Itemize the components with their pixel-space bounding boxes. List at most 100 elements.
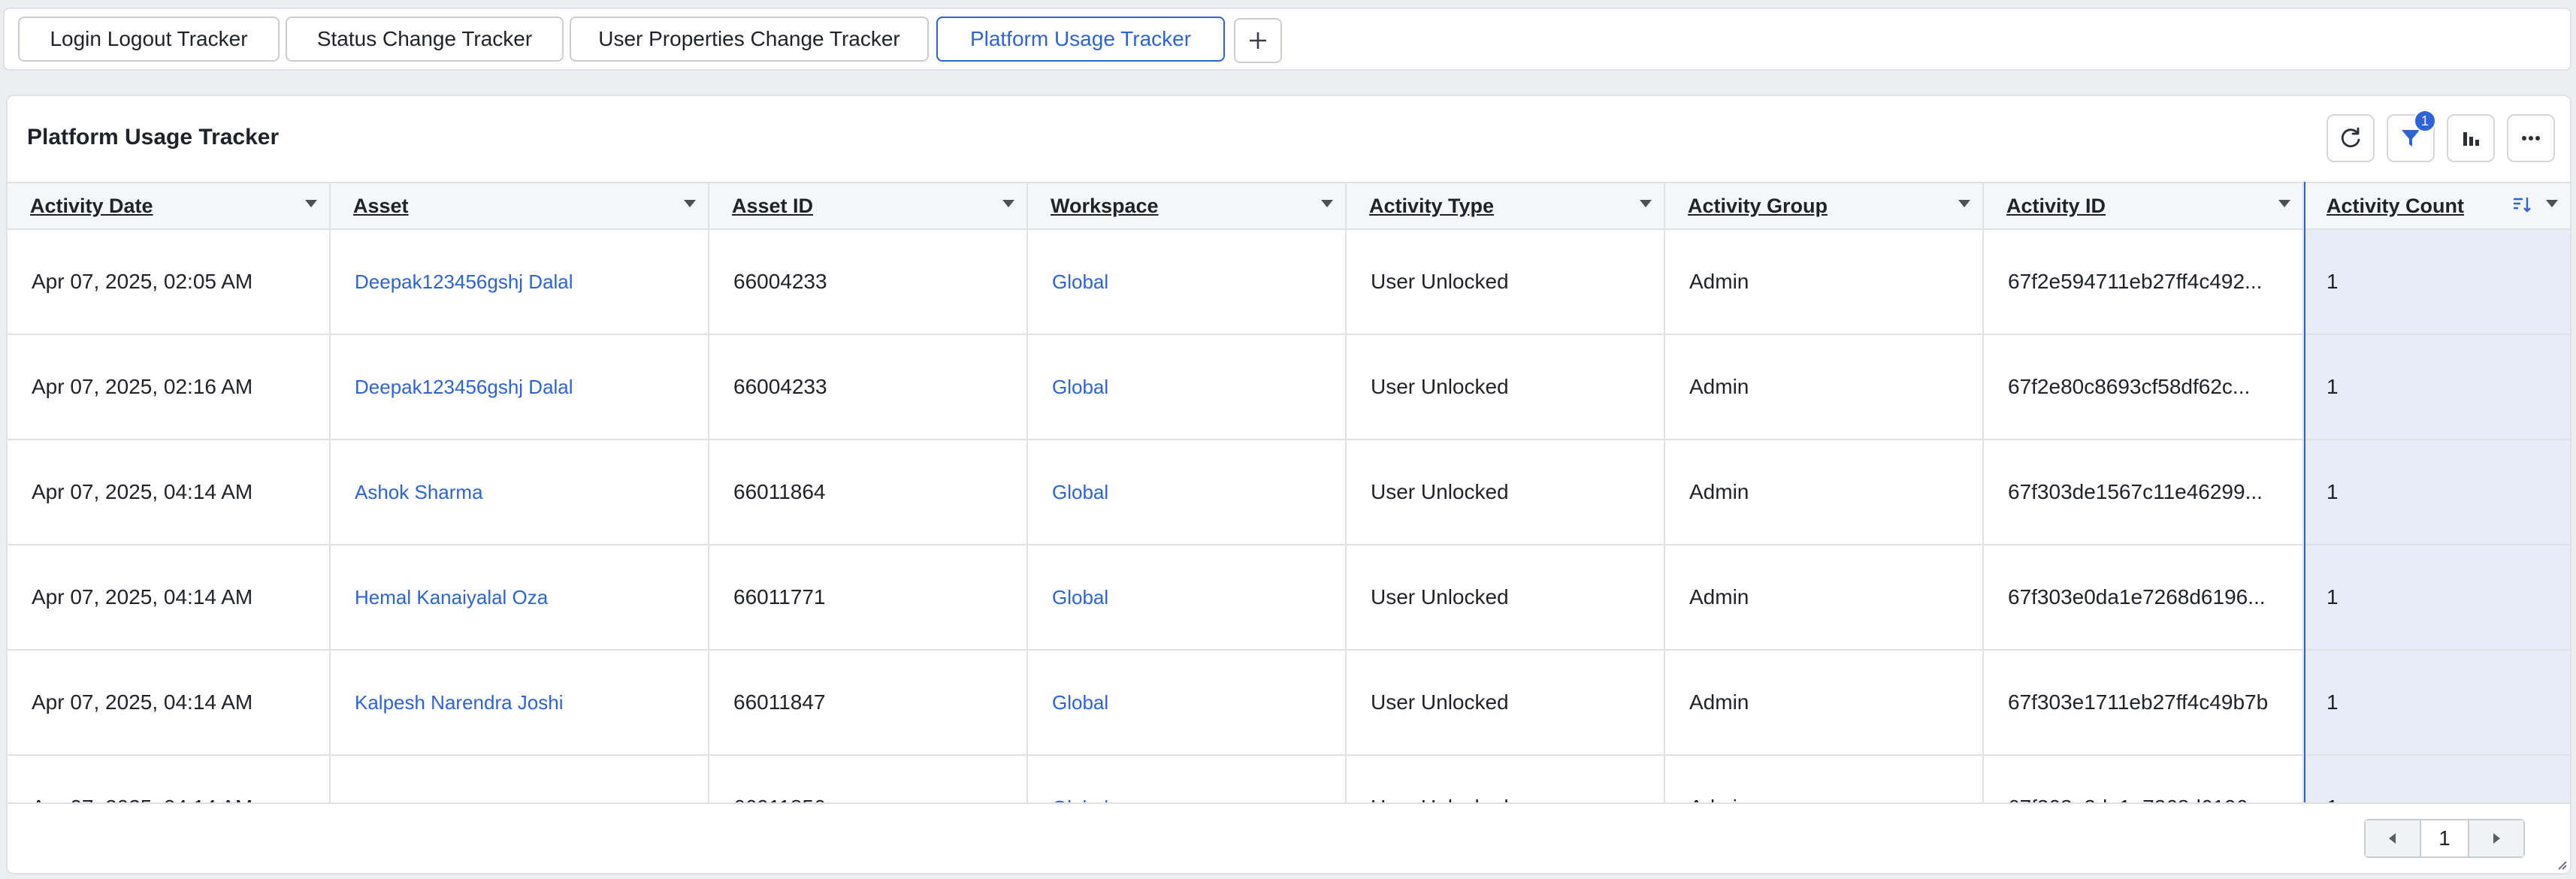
next-page-button[interactable] — [2469, 820, 2523, 856]
cell-workspace: Global — [1028, 230, 1347, 334]
column-header-activity-type[interactable]: Activity Type — [1347, 183, 1665, 228]
cell-activity-group: Admin — [1665, 335, 1984, 439]
cell-asset: Deepak123456gshj Dalal — [331, 230, 709, 334]
filter-count-badge: 1 — [2414, 110, 2436, 132]
cell-activity-id: 67f303e0da1e7268d6196... — [1984, 545, 2304, 649]
asset-link[interactable]: Kalpesh Narendra Joshi — [355, 691, 564, 714]
cell-asset-id: 66011864 — [709, 440, 1028, 544]
previous-page-button[interactable] — [2366, 820, 2420, 856]
cell-asset-id: 66004233 — [709, 335, 1028, 439]
cell-workspace: Global — [1028, 440, 1347, 544]
cell-activity-type: User Unlocked — [1347, 545, 1665, 649]
tab-login-logout-tracker[interactable]: Login Logout Tracker — [18, 17, 280, 62]
bar-chart-icon — [2463, 132, 2479, 146]
asset-link[interactable]: Deepak123456gshj Dalal — [355, 270, 573, 294]
cell-activity-date: Apr 07, 2025, 04:14 AM — [8, 440, 331, 544]
tab-user-properties-change-tracker[interactable]: User Properties Change Tracker — [570, 17, 929, 62]
asset-link[interactable]: Ashok Sharma — [355, 481, 483, 504]
refresh-icon — [2341, 127, 2360, 147]
cell-asset: Hemal Kanaiyalal Oza — [331, 545, 709, 649]
more-horizontal-icon — [2522, 136, 2540, 140]
column-header-activity-count[interactable]: Activity Count — [2304, 183, 2570, 228]
cell-activity-count: 1 — [2304, 651, 2570, 754]
column-header-asset-id[interactable]: Asset ID — [709, 183, 1028, 228]
caret-down-icon[interactable] — [1321, 200, 1333, 207]
cell-activity-date: Apr 07, 2025, 04:14 AM — [8, 651, 331, 754]
caret-down-icon[interactable] — [2546, 200, 2558, 207]
data-table: Activity Date Asset Asset ID Workspace A… — [8, 182, 2570, 873]
tab-status-change-tracker[interactable]: Status Change Tracker — [286, 17, 564, 62]
cell-activity-count: 1 — [2304, 545, 2570, 649]
cell-asset-id: 66004233 — [709, 230, 1028, 334]
widget-title: Platform Usage Tracker — [27, 125, 280, 150]
cell-asset: Ashok Sharma — [331, 440, 709, 544]
table-row: Apr 07, 2025, 04:14 AM Kalpesh Narendra … — [8, 651, 2570, 756]
cell-asset-id: 66011771 — [709, 545, 1028, 649]
caret-down-icon[interactable] — [305, 200, 317, 207]
plus-icon — [1250, 32, 1266, 49]
cell-activity-count: 1 — [2304, 335, 2570, 439]
triangle-right-icon — [2493, 833, 2500, 844]
caret-down-icon[interactable] — [1958, 200, 1970, 207]
cell-asset-id: 66011847 — [709, 651, 1028, 754]
widget-card: Platform Usage Tracker 1 Activity Date A… — [6, 95, 2571, 874]
cell-activity-group: Admin — [1665, 545, 1984, 649]
asset-link[interactable]: Deepak123456gshj Dalal — [355, 376, 573, 399]
caret-down-icon[interactable] — [1640, 200, 1652, 207]
pagination: 1 — [2364, 819, 2525, 858]
more-options-button[interactable] — [2507, 114, 2555, 162]
add-tab-button[interactable] — [1234, 18, 1282, 63]
cell-activity-count: 1 — [2304, 440, 2570, 544]
caret-down-icon[interactable] — [2278, 200, 2290, 207]
cell-activity-count: 1 — [2304, 230, 2570, 334]
cell-activity-group: Admin — [1665, 651, 1984, 754]
column-header-workspace[interactable]: Workspace — [1028, 183, 1347, 228]
column-header-activity-date[interactable]: Activity Date — [8, 183, 331, 228]
column-header-asset[interactable]: Asset — [331, 183, 709, 228]
workspace-link[interactable]: Global — [1052, 586, 1108, 609]
cell-workspace: Global — [1028, 545, 1347, 649]
current-page-number[interactable]: 1 — [2420, 820, 2469, 856]
tab-platform-usage-tracker[interactable]: Platform Usage Tracker — [936, 17, 1225, 62]
tab-label: Platform Usage Tracker — [969, 27, 1192, 50]
cell-activity-date: Apr 07, 2025, 02:05 AM — [8, 230, 331, 334]
chart-button[interactable] — [2447, 114, 2495, 162]
workspace-link[interactable]: Global — [1052, 270, 1108, 294]
tab-bar: Login Logout Tracker Status Change Track… — [3, 8, 2571, 71]
sort-descending-icon[interactable] — [2511, 194, 2532, 215]
caret-down-icon[interactable] — [684, 200, 696, 207]
cell-activity-type: User Unlocked — [1347, 230, 1665, 334]
resize-handle-icon[interactable] — [2556, 859, 2567, 870]
cell-activity-group: Admin — [1665, 230, 1984, 334]
cell-workspace: Global — [1028, 335, 1347, 439]
caret-down-icon[interactable] — [1002, 200, 1014, 207]
triangle-left-icon — [2389, 833, 2396, 844]
cell-asset: Deepak123456gshj Dalal — [331, 335, 709, 439]
filter-button[interactable]: 1 — [2387, 110, 2436, 162]
cell-activity-type: User Unlocked — [1347, 651, 1665, 754]
cell-activity-id: 67f2e594711eb27ff4c492... — [1984, 230, 2304, 334]
table-footer: 1 — [8, 802, 2570, 873]
cell-activity-date: Apr 07, 2025, 04:14 AM — [8, 545, 331, 649]
workspace-link[interactable]: Global — [1052, 481, 1108, 504]
cell-activity-id: 67f303de1567c11e46299... — [1984, 440, 2304, 544]
cell-activity-id: 67f2e80c8693cf58df62c... — [1984, 335, 2304, 439]
column-header-activity-id[interactable]: Activity ID — [1984, 183, 2304, 228]
cell-asset: Kalpesh Narendra Joshi — [331, 651, 709, 754]
tab-label: Login Logout Tracker — [50, 27, 248, 50]
table-row: Apr 07, 2025, 04:14 AM Ashok Sharma 6601… — [8, 440, 2570, 545]
cell-activity-date: Apr 07, 2025, 02:16 AM — [8, 335, 331, 439]
refresh-button[interactable] — [2327, 114, 2375, 162]
cell-activity-type: User Unlocked — [1347, 440, 1665, 544]
column-header-activity-group[interactable]: Activity Group — [1665, 183, 1984, 228]
table-row: Apr 07, 2025, 04:14 AM Hemal Kanaiyalal … — [8, 545, 2570, 651]
table-header: Activity Date Asset Asset ID Workspace A… — [8, 182, 2570, 230]
tab-label: User Properties Change Tracker — [598, 27, 900, 50]
workspace-link[interactable]: Global — [1052, 376, 1108, 399]
workspace-link[interactable]: Global — [1052, 691, 1108, 714]
asset-link[interactable]: Hemal Kanaiyalal Oza — [355, 586, 548, 609]
cell-activity-id: 67f303e1711eb27ff4c49b7b — [1984, 651, 2304, 754]
cell-workspace: Global — [1028, 651, 1347, 754]
cell-activity-group: Admin — [1665, 440, 1984, 544]
table-row: Apr 07, 2025, 02:16 AM Deepak123456gshj … — [8, 335, 2570, 440]
